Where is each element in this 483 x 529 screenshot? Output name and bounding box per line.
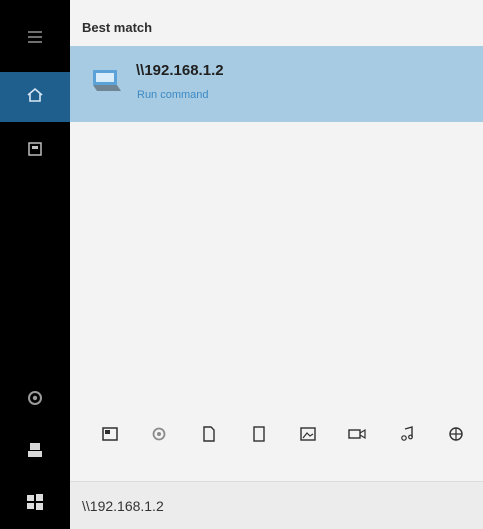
music-filter-icon xyxy=(400,425,414,447)
settings-button[interactable] xyxy=(0,375,70,425)
folders-filter-icon xyxy=(252,425,266,447)
search-box xyxy=(70,481,483,529)
best-match-result[interactable]: \\192.168.1.2 Run command xyxy=(70,46,483,122)
documents-button[interactable] xyxy=(0,126,70,176)
windows-start-button[interactable] xyxy=(0,479,70,529)
hamburger-menu-icon xyxy=(26,30,44,49)
apps-filter-button[interactable] xyxy=(96,422,124,450)
best-match-title: \\192.168.1.2 xyxy=(136,62,224,79)
section-label: Best match xyxy=(82,20,153,35)
web-filter-icon xyxy=(448,426,464,447)
start-search-window: Best match \\192.168.1.2 Run command xyxy=(0,0,483,529)
documents-filter-icon xyxy=(202,425,216,447)
user-button[interactable] xyxy=(0,427,70,477)
run-command-icon xyxy=(90,64,122,96)
results-panel: Best match \\192.168.1.2 Run command xyxy=(70,0,483,481)
folders-filter-button[interactable] xyxy=(245,422,273,450)
apps-filter-icon xyxy=(102,426,118,446)
documents-icon xyxy=(27,141,43,162)
home-icon xyxy=(26,87,44,108)
user-icon xyxy=(26,441,44,464)
home-button[interactable] xyxy=(0,72,70,122)
settings-filter-button[interactable] xyxy=(145,422,173,450)
photos-filter-icon xyxy=(300,426,316,446)
music-filter-button[interactable] xyxy=(393,422,421,450)
web-filter-button[interactable] xyxy=(442,422,470,450)
best-match-subtitle: Run command xyxy=(137,89,209,101)
search-filter-bar xyxy=(70,418,483,456)
left-rail xyxy=(0,0,70,529)
documents-filter-button[interactable] xyxy=(195,422,223,450)
settings-icon xyxy=(26,389,44,412)
videos-filter-button[interactable] xyxy=(343,422,371,450)
photos-filter-button[interactable] xyxy=(294,422,322,450)
search-input[interactable] xyxy=(82,492,472,520)
windows-start-icon xyxy=(26,493,44,516)
settings-filter-icon xyxy=(151,426,167,447)
hamburger-menu-button[interactable] xyxy=(0,14,70,64)
videos-filter-icon xyxy=(348,427,366,445)
